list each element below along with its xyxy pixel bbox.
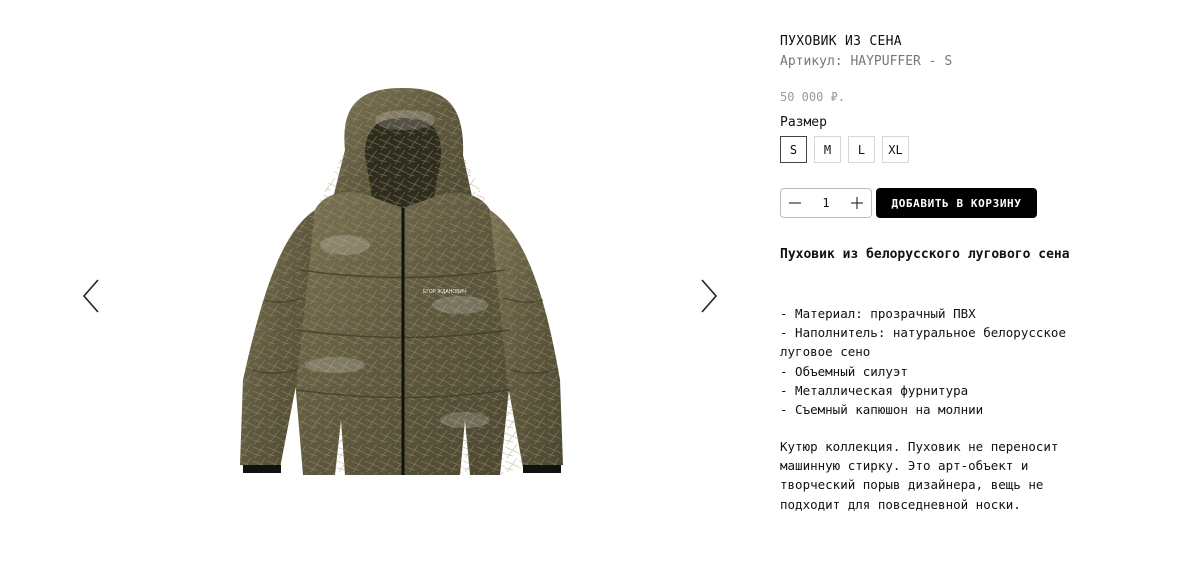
add-to-cart-button[interactable]: ДОБАВИТЬ В КОРЗИНУ	[876, 188, 1037, 218]
size-option-xl[interactable]: XL	[882, 136, 909, 163]
feature-item: - Наполнитель: натуральное белорусское л…	[780, 325, 1066, 360]
size-selector: S M L XL	[780, 136, 909, 163]
feature-item: - Объемный силуэт	[780, 363, 908, 379]
product-sku: Артикул: HAYPUFFER - S	[780, 54, 953, 69]
minus-icon	[789, 202, 801, 204]
size-option-l[interactable]: L	[848, 136, 875, 163]
size-label: Размер	[780, 115, 827, 130]
plus-icon	[850, 197, 863, 209]
chevron-right-icon	[701, 279, 718, 313]
previous-image-button[interactable]	[78, 276, 106, 316]
product-title: ПУХОВИК ИЗ СЕНА	[780, 34, 902, 49]
quantity-value[interactable]: 1	[822, 196, 829, 210]
chevron-left-icon	[82, 279, 99, 313]
decrease-quantity-button[interactable]	[781, 189, 809, 217]
care-note: Кутюр коллекция. Пуховик не переносит ма…	[780, 439, 1059, 512]
product-price: 50 000 ₽.	[780, 90, 846, 104]
feature-item: - Материал: прозрачный ПВХ	[780, 306, 976, 321]
quantity-stepper: 1	[780, 188, 872, 218]
size-option-s[interactable]: S	[780, 136, 807, 163]
increase-quantity-button[interactable]	[843, 189, 871, 217]
feature-item: - Металлическая фурнитура	[780, 382, 969, 398]
size-option-m[interactable]: M	[814, 136, 841, 163]
next-image-button[interactable]	[694, 276, 722, 316]
feature-item: - Съемный капюшон на молнии	[780, 402, 984, 418]
jacket-brand-print: ЕГОР ЖДАНОВИЧ	[423, 289, 466, 295]
description-heading: Пуховик из белорусского лугового сена	[780, 247, 1070, 262]
product-image: ЕГОР ЖДАНОВИЧ	[240, 88, 563, 475]
feature-list: - Материал: прозрачный ПВХ - Наполнитель…	[780, 304, 1110, 419]
product-gallery: ЕГОР ЖДАНОВИЧ	[0, 0, 760, 565]
